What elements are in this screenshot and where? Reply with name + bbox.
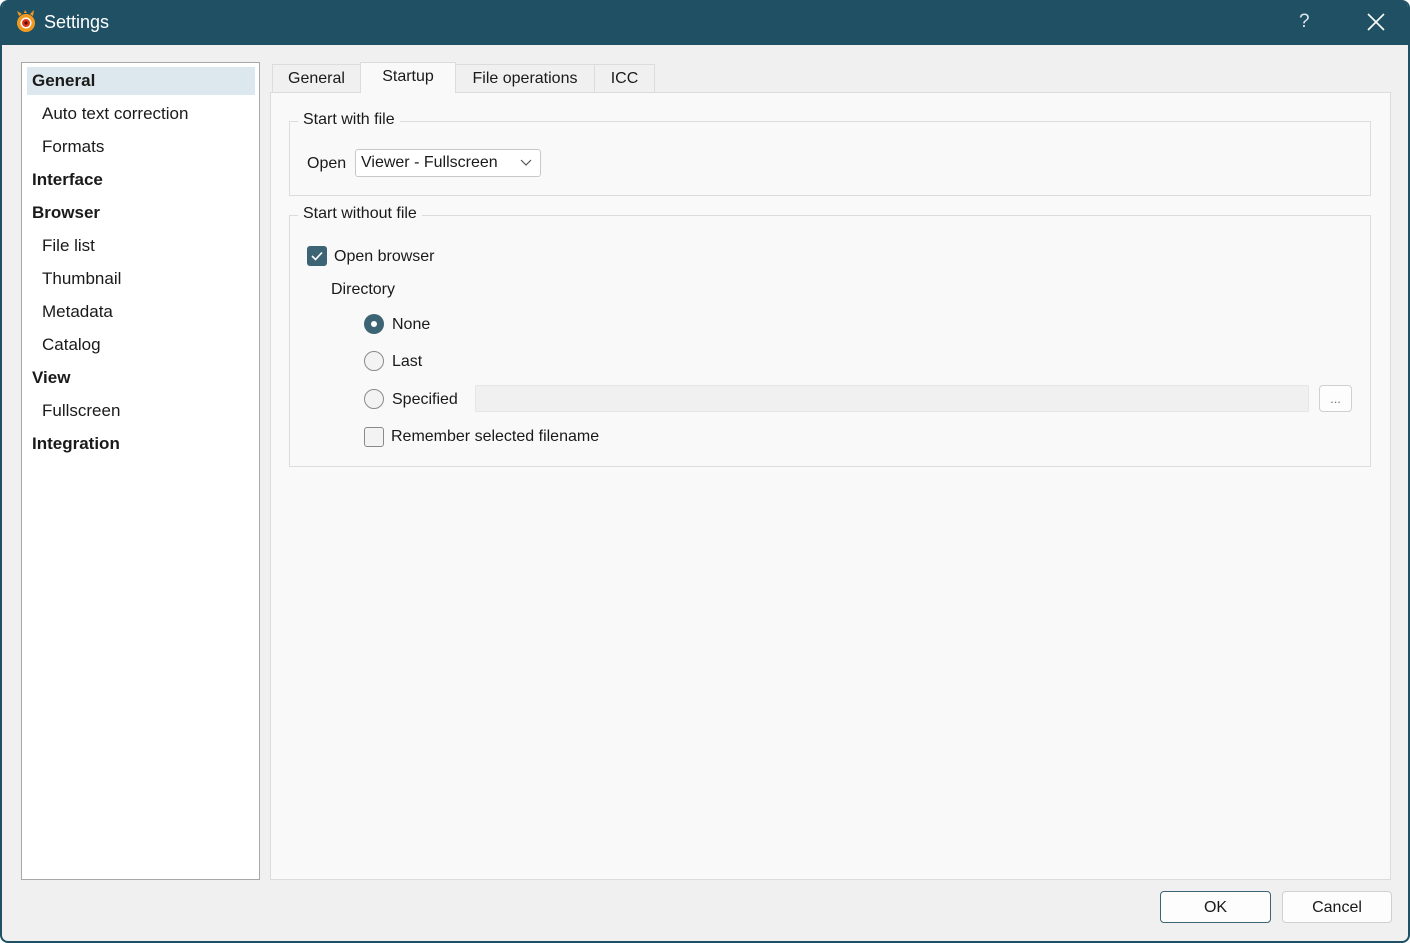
open-browser-label[interactable]: Open browser (334, 248, 435, 266)
sidebar-item-browser[interactable]: Browser (27, 199, 255, 227)
browse-button[interactable]: ... (1319, 385, 1352, 412)
sidebar-item-file-list[interactable]: File list (27, 232, 255, 260)
help-button[interactable]: ? (1299, 11, 1310, 33)
open-mode-value: Viewer - Fullscreen (361, 154, 498, 171)
tab-file-operations[interactable]: File operations (455, 64, 595, 93)
sidebar-item-view[interactable]: View (27, 364, 255, 392)
app-logo-icon (17, 10, 35, 32)
check-icon (311, 251, 323, 261)
category-tree: General Auto text correction Formats Int… (21, 62, 260, 880)
sidebar-item-integration[interactable]: Integration (27, 430, 255, 458)
chevron-down-icon (520, 159, 532, 166)
group-title: Start without file (298, 205, 422, 223)
tab-general[interactable]: General (272, 64, 361, 93)
last-label[interactable]: Last (392, 353, 422, 371)
cancel-button[interactable]: Cancel (1282, 891, 1392, 923)
open-label: Open (307, 155, 347, 172)
sidebar-item-thumbnail[interactable]: Thumbnail (27, 265, 255, 293)
remember-filename-label[interactable]: Remember selected filename (391, 428, 599, 446)
sidebar-item-metadata[interactable]: Metadata (27, 298, 255, 326)
tab-icc[interactable]: ICC (594, 64, 655, 93)
title-bar: Settings ? (2, 0, 1408, 45)
close-icon[interactable] (1364, 10, 1388, 34)
window-title: Settings (44, 12, 110, 32)
sidebar-item-formats[interactable]: Formats (27, 133, 255, 161)
directory-specified-radio[interactable] (364, 389, 384, 409)
specified-directory-input[interactable] (475, 385, 1309, 412)
directory-label: Directory (331, 281, 396, 298)
sidebar-item-fullscreen[interactable]: Fullscreen (27, 397, 255, 425)
group-title: Start with file (298, 111, 400, 129)
startup-panel (270, 92, 1391, 880)
directory-none-radio[interactable] (364, 314, 384, 334)
settings-window: Settings ? General Auto text correction … (0, 0, 1410, 943)
sidebar-item-general[interactable]: General (27, 67, 255, 95)
directory-last-radio[interactable] (364, 351, 384, 371)
sidebar-item-catalog[interactable]: Catalog (27, 331, 255, 359)
sidebar-item-interface[interactable]: Interface (27, 166, 255, 194)
none-label[interactable]: None (392, 316, 430, 334)
open-mode-select[interactable]: Viewer - Fullscreen (355, 149, 541, 177)
sidebar-item-auto-text-correction[interactable]: Auto text correction (27, 100, 255, 128)
specified-label[interactable]: Specified (392, 391, 458, 409)
remember-filename-checkbox[interactable] (364, 427, 384, 447)
ok-button[interactable]: OK (1160, 891, 1271, 923)
tab-startup[interactable]: Startup (360, 62, 456, 93)
open-browser-checkbox[interactable] (307, 246, 327, 266)
